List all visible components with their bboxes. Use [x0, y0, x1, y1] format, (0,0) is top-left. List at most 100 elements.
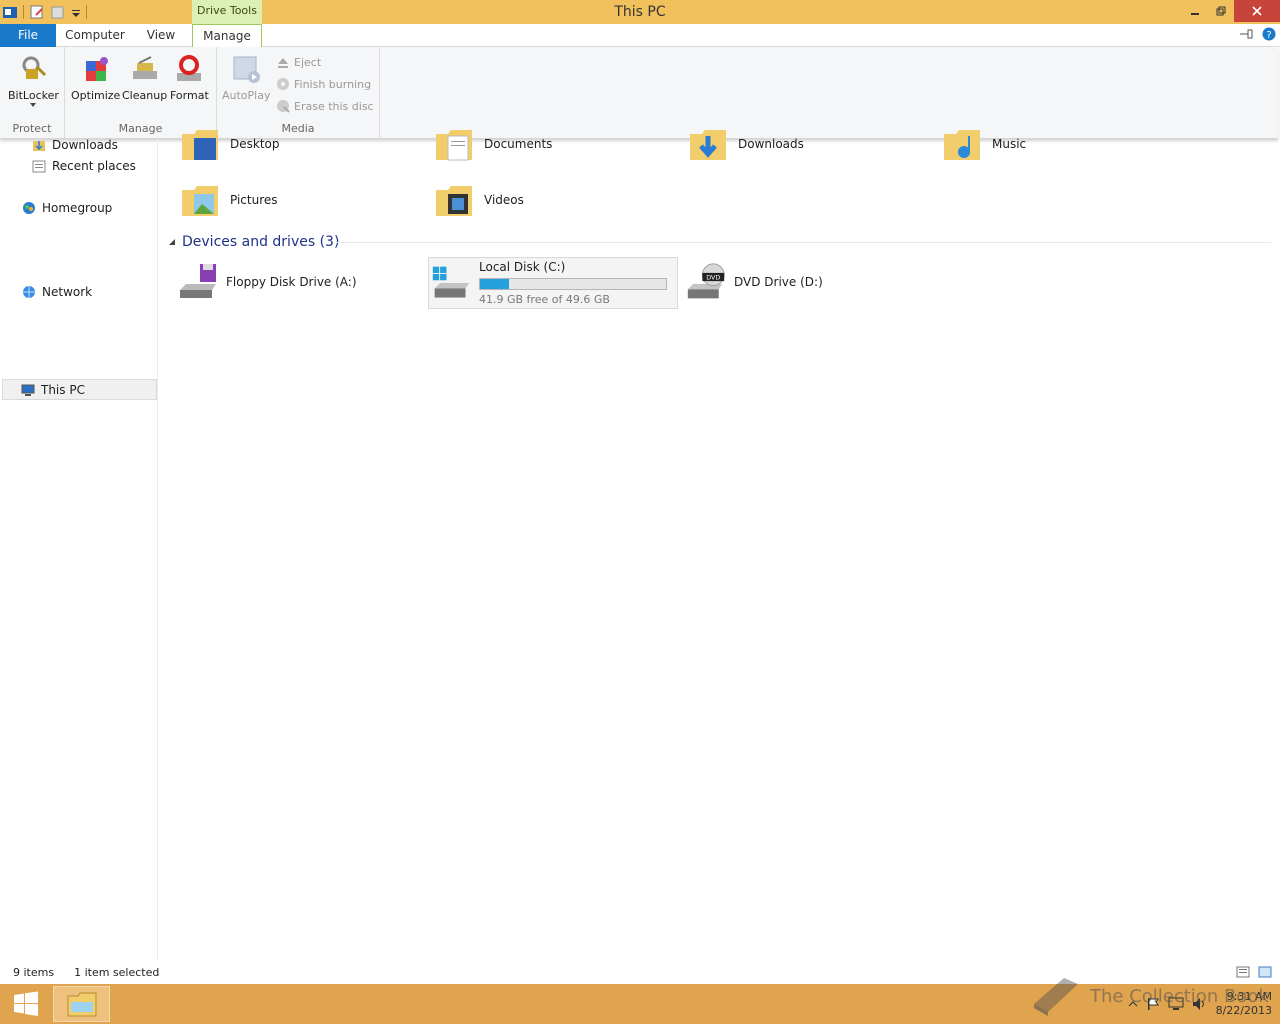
finish-burning-button[interactable]: Finish burning: [276, 77, 371, 91]
music-folder-icon: [944, 130, 980, 160]
autoplay-label: AutoPlay: [222, 89, 271, 102]
eject-button[interactable]: Eject: [276, 55, 321, 69]
cleanup-button[interactable]: Cleanup: [122, 53, 167, 102]
homegroup-icon: [23, 202, 35, 214]
bitlocker-button[interactable]: BitLocker: [8, 53, 59, 108]
folder-label-downloads: Downloads: [738, 137, 804, 151]
burn-disc-icon: [277, 78, 289, 90]
erase-disc-label: Erase this disc: [294, 99, 374, 113]
nav-label-homegroup: Homegroup: [42, 201, 113, 215]
folder-label-pictures: Pictures: [230, 193, 278, 207]
dvd-drive-label: DVD Drive (D:): [734, 275, 823, 289]
chevron-down-icon: [30, 103, 37, 107]
cleanup-icon: [132, 56, 157, 79]
status-selection: 1 item selected: [74, 966, 160, 979]
group-divider: [336, 242, 1271, 243]
videos-folder-icon: [436, 186, 472, 216]
devices-header-label: Devices and drives (3): [182, 234, 340, 250]
finish-burning-label: Finish burning: [294, 77, 372, 91]
tab-view[interactable]: View: [136, 24, 186, 47]
folder-desktop[interactable]: Desktop: [180, 124, 280, 164]
eject-icon: [278, 58, 288, 68]
drive-tools-contextual-label: Drive Tools: [192, 0, 262, 24]
autoplay-icon: [233, 56, 261, 83]
book-icon: [1034, 978, 1078, 1016]
optimize-button[interactable]: Optimize: [71, 53, 120, 102]
collapse-triangle-icon: [169, 239, 175, 245]
help-icon[interactable]: ?: [1262, 27, 1276, 41]
nav-label-downloads: Downloads: [52, 138, 118, 152]
eject-label: Eject: [294, 55, 322, 69]
restore-button[interactable]: [1208, 0, 1234, 22]
tab-computer[interactable]: Computer: [60, 24, 130, 47]
folder-label-music: Music: [992, 137, 1027, 151]
dvd-drive-icon: DVD: [687, 263, 725, 299]
capacity-bar-fill: [480, 279, 509, 289]
local-disk-details: Local Disk (C:) 41.9 GB free of 49.6 GB: [479, 260, 667, 306]
restore-icon: [1216, 6, 1226, 16]
pictures-folder-icon: [182, 186, 218, 216]
tab-manage[interactable]: Manage: [192, 24, 262, 48]
devices-and-drives-header[interactable]: Devices and drives (3): [168, 234, 339, 250]
capacity-bar: [479, 278, 667, 290]
local-disk-free-space: 41.9 GB free of 49.6 GB: [479, 293, 610, 306]
taskbar-file-explorer[interactable]: [53, 986, 110, 1022]
minimize-button[interactable]: [1182, 0, 1208, 22]
downloads-folder-icon: [33, 141, 45, 151]
erase-disc-button[interactable]: Erase this disc: [276, 99, 374, 113]
erase-disc-icon: [277, 100, 290, 113]
ribbon-group-protect: BitLocker Protect: [0, 47, 65, 139]
drive-dvd[interactable]: DVD DVD Drive (D:): [686, 262, 823, 302]
minimize-icon: [1191, 13, 1199, 15]
folder-label-documents: Documents: [484, 137, 553, 151]
folder-pictures[interactable]: Pictures: [180, 180, 278, 220]
recent-places-icon: [32, 160, 46, 173]
file-explorer-icon: [67, 992, 96, 1017]
close-button[interactable]: [1234, 0, 1280, 22]
nav-item-homegroup[interactable]: Homegroup: [22, 201, 112, 215]
svg-text:?: ?: [1266, 30, 1271, 41]
nav-item-this-pc[interactable]: This PC: [2, 379, 157, 400]
nav-item-network[interactable]: Network: [22, 285, 92, 299]
floppy-drive-icon: [180, 264, 216, 298]
pin-ribbon-icon[interactable]: [1238, 28, 1254, 40]
ribbon-tab-row: File Computer View Manage: [0, 24, 1280, 48]
nav-item-downloads[interactable]: Downloads: [32, 138, 118, 152]
documents-folder-icon: [436, 130, 472, 161]
folder-downloads[interactable]: Downloads: [688, 124, 804, 164]
tab-file[interactable]: File: [0, 24, 56, 47]
title-bar: This PC Drive Tools: [0, 0, 1280, 24]
downloads-folder-icon: [690, 130, 726, 160]
close-icon: [1252, 6, 1262, 16]
folder-music[interactable]: Music: [942, 124, 1026, 164]
ribbon-right-controls: ?: [1238, 27, 1276, 41]
nav-label-this-pc: This PC: [41, 382, 85, 397]
optimize-label: Optimize: [71, 89, 121, 102]
status-item-count: 9 items: [13, 966, 55, 979]
format-button[interactable]: Format: [170, 53, 209, 102]
watermark: The Collection Book: [1030, 974, 1269, 1018]
nav-label-recent-places: Recent places: [52, 159, 136, 173]
network-icon: [23, 286, 35, 298]
folder-videos[interactable]: Videos: [434, 180, 524, 220]
format-icon: [177, 55, 202, 81]
format-label: Format: [170, 89, 209, 102]
drive-local-disk-c[interactable]: Local Disk (C:) 41.9 GB free of 49.6 GB: [428, 257, 678, 309]
start-button[interactable]: [0, 984, 52, 1024]
window-controls: [1182, 0, 1280, 22]
nav-item-recent-places[interactable]: Recent places: [32, 159, 136, 173]
desktop-folder-icon: [182, 130, 218, 160]
folder-label-desktop: Desktop: [230, 137, 280, 151]
folder-documents[interactable]: Documents: [434, 124, 552, 164]
navigation-pane: Downloads Recent places Homegroup This P…: [0, 138, 158, 961]
windows-drive-icon: [432, 266, 470, 298]
bitlocker-label: BitLocker: [8, 89, 59, 102]
bitlocker-icon: [22, 56, 47, 79]
autoplay-button[interactable]: AutoPlay: [222, 53, 270, 102]
group-label-protect: Protect: [12, 122, 52, 135]
svg-text:DVD: DVD: [706, 274, 720, 281]
computer-icon: [21, 384, 35, 396]
drive-floppy[interactable]: Floppy Disk Drive (A:): [178, 262, 357, 302]
floppy-drive-label: Floppy Disk Drive (A:): [226, 275, 357, 289]
optimize-icon: [85, 57, 108, 81]
